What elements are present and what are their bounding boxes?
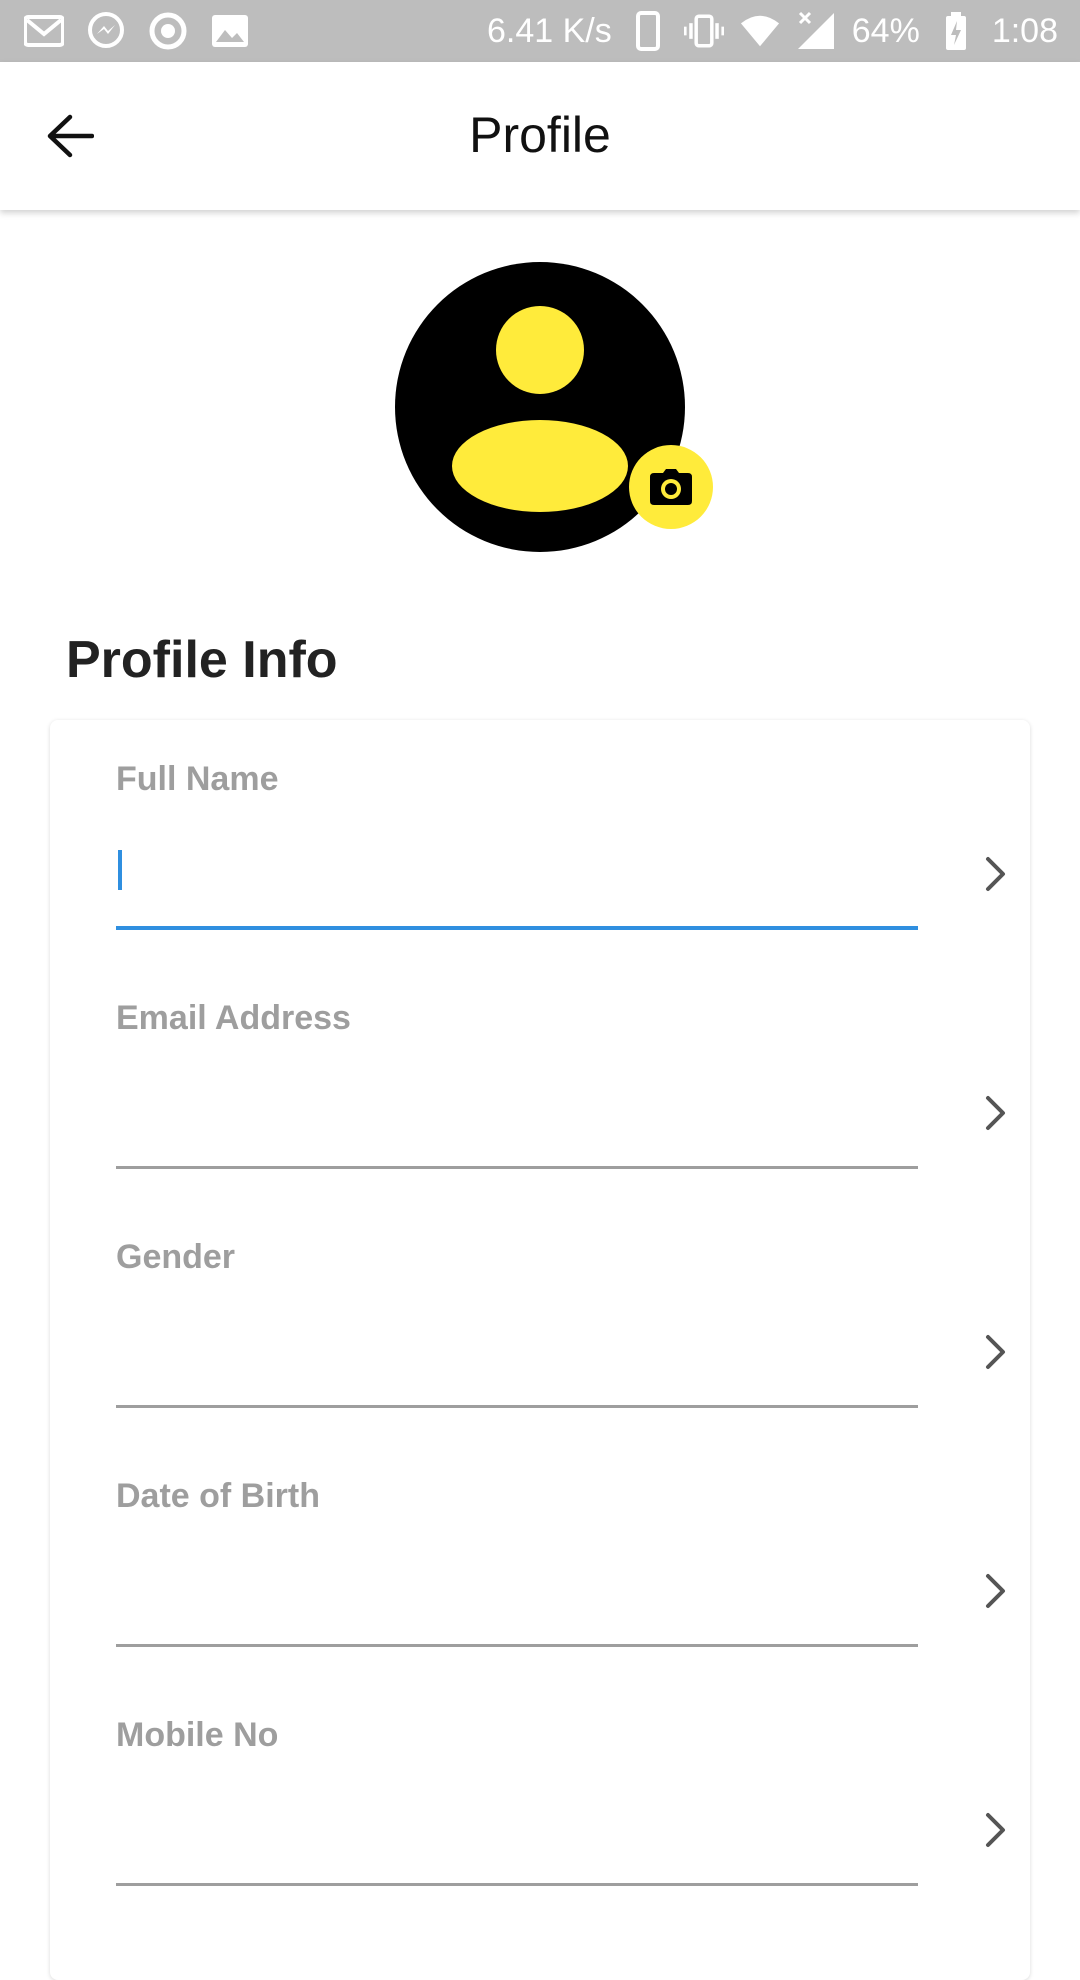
date-of-birth-input[interactable] xyxy=(116,1537,918,1647)
status-bar: 6.41 K/s 64% 1:08 xyxy=(0,0,1080,62)
field-label: Full Name xyxy=(116,760,279,798)
battery-percent: 64% xyxy=(851,11,920,50)
gender-input[interactable] xyxy=(116,1298,918,1408)
messenger-icon xyxy=(86,11,126,51)
field-label: Mobile No xyxy=(116,1716,279,1754)
signal-icon xyxy=(796,11,836,51)
chevron-right-icon[interactable] xyxy=(976,1324,1016,1380)
avatar-head xyxy=(496,306,584,394)
email-address-field: Email Address xyxy=(116,959,1005,1169)
avatar-container xyxy=(395,262,713,552)
status-bar-system: 6.41 K/s 64% 1:08 xyxy=(487,10,1058,52)
clock: 1:08 xyxy=(991,11,1058,50)
mobile-no-input[interactable] xyxy=(116,1776,918,1886)
network-speed: 6.41 K/s xyxy=(487,11,612,50)
chevron-right-icon[interactable] xyxy=(976,1563,1016,1619)
gmail-icon xyxy=(24,11,64,51)
chevron-right-icon[interactable] xyxy=(976,1085,1016,1141)
vibrate-icon xyxy=(683,11,724,51)
section-title: Profile Info xyxy=(66,631,338,689)
field-label: Email Address xyxy=(116,999,351,1037)
full-name-input[interactable] xyxy=(116,820,918,930)
mobile-no-field: Mobile No xyxy=(116,1676,1005,1886)
app-bar: Profile xyxy=(0,62,1080,210)
phone-icon xyxy=(628,11,668,51)
wifi-icon xyxy=(740,11,780,51)
email-address-input[interactable] xyxy=(116,1059,918,1169)
chevron-right-icon[interactable] xyxy=(976,846,1016,902)
chevron-right-icon[interactable] xyxy=(976,1802,1016,1858)
gender-field: Gender xyxy=(116,1198,1005,1408)
date-of-birth-field: Date of Birth xyxy=(116,1437,1005,1647)
profile-info-card: Full Name Email Address Gender Date of B… xyxy=(50,720,1030,1980)
battery-charging-icon xyxy=(936,11,976,51)
text-cursor xyxy=(118,850,122,890)
field-label: Date of Birth xyxy=(116,1477,320,1515)
avatar-body xyxy=(452,420,628,512)
field-label: Gender xyxy=(116,1238,236,1276)
page-title: Profile xyxy=(469,107,611,163)
circle-app-icon xyxy=(148,11,188,51)
full-name-field: Full Name xyxy=(116,720,1005,930)
image-icon xyxy=(210,11,250,51)
status-bar-notifications xyxy=(24,10,250,52)
change-photo-button[interactable] xyxy=(629,445,713,529)
camera-icon xyxy=(650,469,692,505)
